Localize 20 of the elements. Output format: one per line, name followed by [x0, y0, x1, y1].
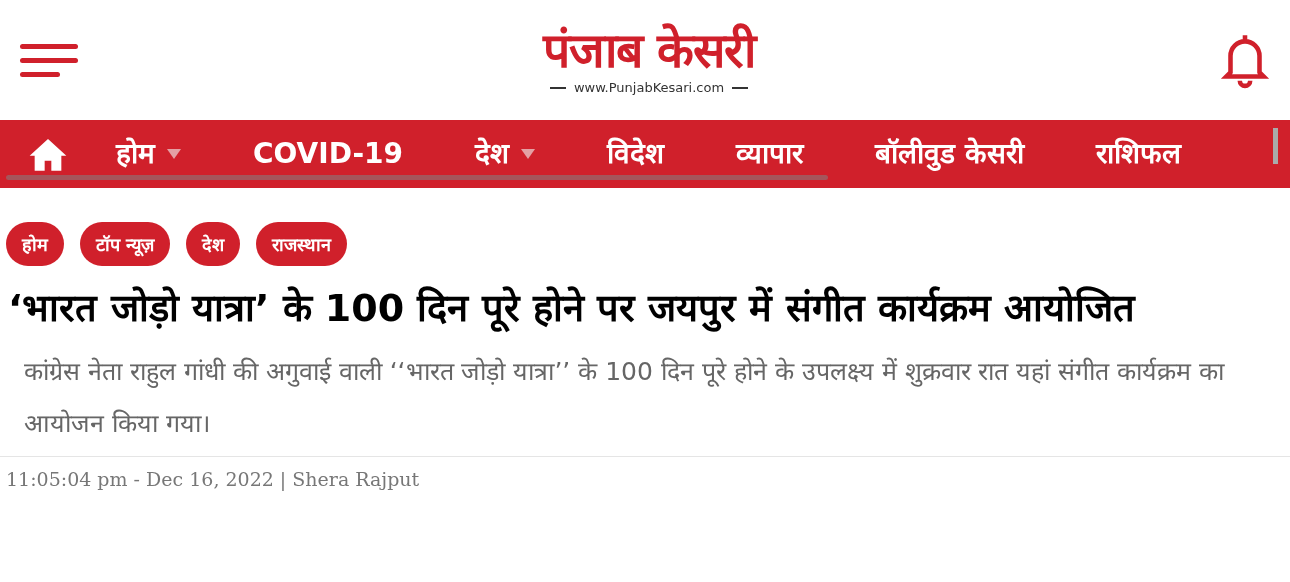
scrollbar: [1273, 128, 1278, 164]
nav-item[interactable]: होम: [116, 133, 181, 175]
category-tag[interactable]: होम: [6, 222, 64, 266]
nav-item[interactable]: विदेश: [607, 133, 665, 175]
site-url: www.PunjabKesari.com: [573, 79, 725, 98]
nav-item[interactable]: बॉलीवुड केसरी: [875, 133, 1024, 175]
caret-icon: [521, 149, 536, 159]
category-tag[interactable]: टॉप न्यूज़: [80, 222, 171, 266]
nav-item[interactable]: COVID-19: [253, 133, 404, 175]
article-byline: 11:05:04 pm - Dec 16, 2022 | Shera Rajput: [6, 468, 420, 490]
category-tag[interactable]: देश: [186, 222, 241, 266]
home-icon[interactable]: [28, 137, 68, 171]
menu-icon[interactable]: [20, 43, 78, 77]
nav-item[interactable]: राशिफल: [1095, 133, 1181, 175]
nav-item[interactable]: व्यापार: [736, 133, 804, 175]
caret-icon: [167, 149, 181, 159]
nav-item[interactable]: देश: [475, 133, 536, 175]
article-headline: ‘भारत जोड़ो यात्रा’ के 100 दिन पूरे होने पर जयपुर में संगीत कार्यक्रम आयोजित: [7, 285, 1137, 334]
category-tag[interactable]: राजस्थान: [256, 222, 348, 266]
article-summary: कांग्रेस नेता राहुल गांधी की अगुवाई वाली ‘‘भारत जोड़ो यात्रा’’ के 100 दिन पूरे होने के उपलक्ष्य में शुक्रवार रात यहां संगीत कार्यक्रम का आयोजन किया गया।: [23, 356, 1226, 440]
